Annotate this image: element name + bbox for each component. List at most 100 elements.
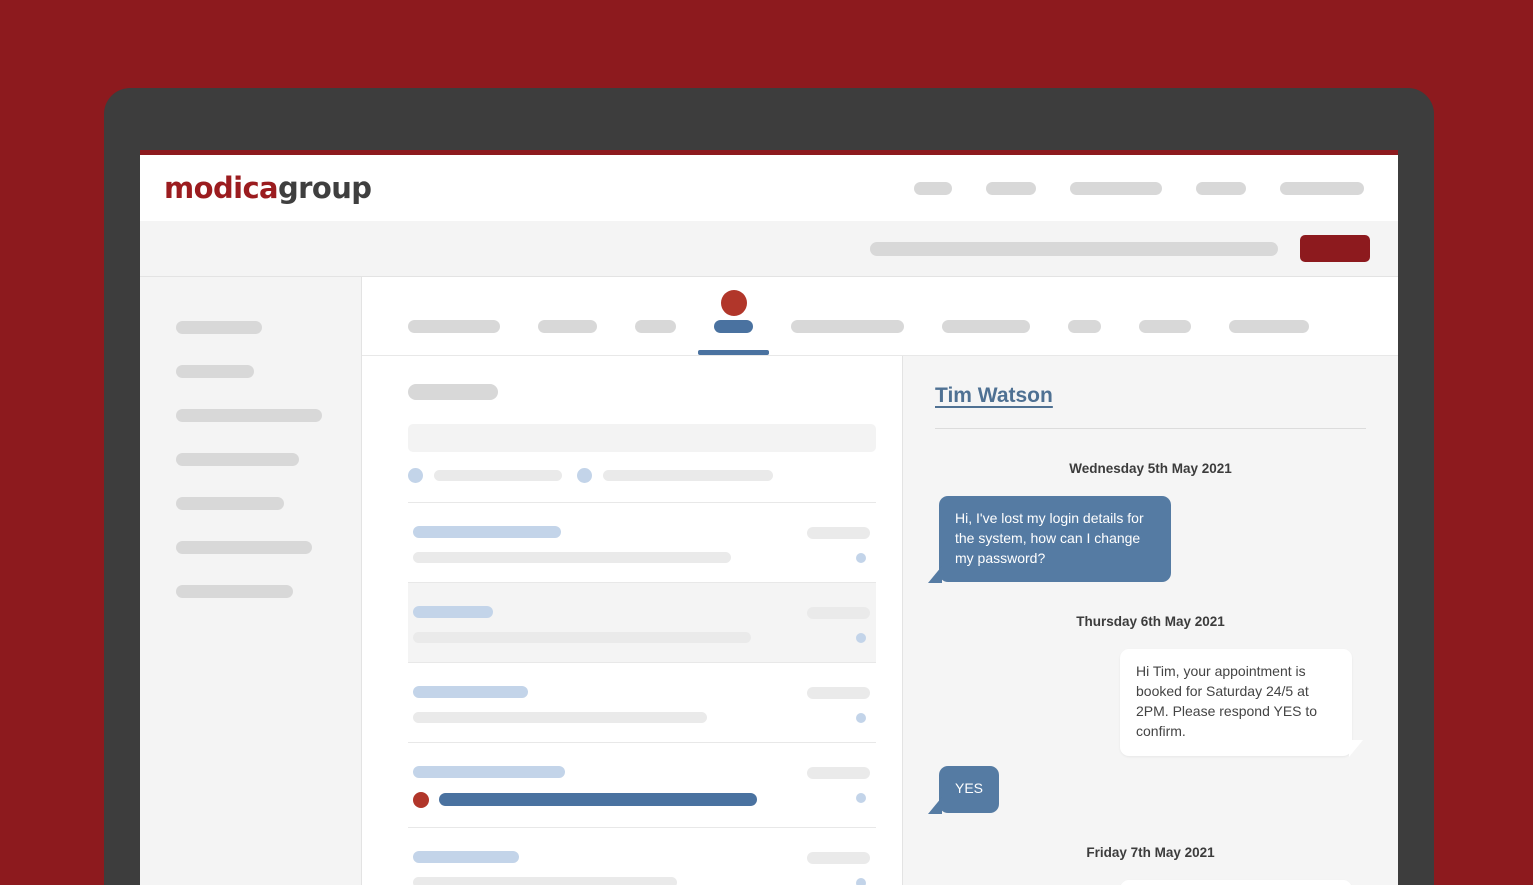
chat-date-separator: Thursday 6th May 2021	[1076, 614, 1225, 630]
tab-bar	[362, 277, 1398, 356]
list-pane: Tim Watson Wednesday 5th May 2021 Hi, I'v…	[362, 355, 1398, 885]
tab-5[interactable]	[791, 319, 904, 355]
conversation-row-timestamp	[807, 851, 870, 864]
chat-contact-name[interactable]: Tim Watson	[935, 384, 1053, 408]
tab-9[interactable]	[1229, 319, 1309, 355]
filter-assigned[interactable]	[577, 467, 773, 483]
conversation-row-timestamp	[807, 526, 870, 539]
device-screen: modicagroup Tim Watson Wednesday 5th May…	[140, 150, 1398, 885]
filter-status-icon	[408, 467, 423, 483]
conversation-unread-icon	[413, 791, 429, 808]
header-nav-item-2[interactable]	[986, 181, 1036, 195]
conversation-rows	[408, 503, 876, 885]
chat-thread: Wednesday 5th May 2021 Hi, I've lost my l…	[928, 460, 1366, 885]
app-body: Tim Watson Wednesday 5th May 2021 Hi, I'v…	[140, 277, 1398, 885]
conversation-row-preview	[439, 793, 757, 807]
chat-pane: Tim Watson Wednesday 5th May 2021 Hi, I'v…	[902, 355, 1398, 885]
conversation-status-icon	[856, 552, 866, 563]
chat-date-separator: Friday 7th May 2021	[1086, 844, 1215, 860]
chat-message-row: YES	[928, 765, 1366, 814]
conversation-row-title	[413, 605, 493, 618]
conversation-list-title	[408, 383, 498, 400]
brand-logo[interactable]: modicagroup	[164, 171, 372, 205]
conversation-row-timestamp	[807, 606, 870, 619]
conversation-row-title	[413, 765, 565, 778]
app-header: modicagroup	[140, 155, 1398, 221]
tab-5-label	[791, 319, 904, 333]
conversation-row-meta	[796, 686, 870, 723]
conversation-status-icon	[856, 792, 866, 803]
sidebar-item-3[interactable]	[176, 409, 322, 422]
tab-8-label	[1139, 319, 1191, 333]
conversation-list	[362, 356, 902, 885]
brand-logo-secondary: group	[278, 171, 372, 205]
chat-date-separator: Wednesday 5th May 2021	[1069, 460, 1232, 476]
chat-bubble-outbound[interactable]: Hi Tim, your appointment is booked for S…	[1120, 649, 1363, 757]
conversation-search-input[interactable]	[408, 423, 876, 452]
conversation-filter-row	[408, 467, 876, 503]
tab-4[interactable]	[698, 289, 769, 355]
chat-bubble-outbound[interactable]: A P1 incident is in progress. Please joi…	[1120, 879, 1352, 885]
header-nav-item-1[interactable]	[914, 181, 952, 195]
conversation-row-preview-line	[413, 551, 796, 563]
chat-bubble-inbound[interactable]: Hi, I've lost my login details for the s…	[928, 495, 1171, 584]
header-nav	[914, 181, 1370, 195]
conversation-row[interactable]	[408, 828, 876, 885]
sidebar-item-7[interactable]	[176, 585, 293, 598]
conversation-row-preview	[413, 711, 707, 723]
conversation-row-content	[413, 850, 796, 885]
conversation-row-content	[413, 525, 796, 563]
sidebar-item-6[interactable]	[176, 541, 312, 554]
chat-message-row: Hi Tim, your appointment is booked for S…	[935, 649, 1366, 757]
conversation-row-title	[413, 685, 528, 698]
filter-status-icon	[577, 467, 592, 483]
conversation-row-content	[413, 685, 796, 723]
tab-1[interactable]	[408, 319, 500, 355]
conversation-row-title	[413, 850, 519, 863]
conversation-row-preview-line	[413, 876, 796, 885]
tab-3[interactable]	[635, 319, 676, 355]
tab-2-label	[538, 319, 597, 333]
conversation-row-preview-line	[413, 711, 796, 723]
conversation-status-icon	[856, 712, 866, 723]
conversation-row-preview	[413, 631, 751, 643]
chat-message-row: Hi, I've lost my login details for the s…	[928, 495, 1366, 584]
tab-7-label	[1068, 319, 1101, 333]
sidebar-item-2[interactable]	[176, 365, 254, 378]
sidebar-item-5[interactable]	[176, 497, 284, 510]
brand-logo-primary: modica	[164, 171, 279, 205]
tab-6[interactable]	[942, 319, 1030, 355]
tab-7[interactable]	[1068, 319, 1101, 355]
device-frame: modicagroup Tim Watson Wednesday 5th May…	[104, 88, 1434, 885]
conversation-row[interactable]	[408, 503, 876, 583]
global-search-input[interactable]	[870, 241, 1278, 256]
conversation-row-preview-line	[413, 791, 796, 808]
conversation-status-icon	[856, 632, 866, 643]
conversation-row-content	[413, 605, 796, 643]
tab-8[interactable]	[1139, 319, 1191, 355]
chat-bubble-inbound[interactable]: YES	[928, 765, 999, 814]
conversation-row-meta	[796, 851, 870, 885]
tab-2[interactable]	[538, 319, 597, 355]
conversation-row[interactable]	[408, 582, 876, 663]
conversation-row-title	[413, 525, 561, 538]
conversation-row-preview	[413, 551, 731, 563]
header-nav-item-5[interactable]	[1280, 181, 1364, 195]
conversation-row-content	[413, 765, 796, 808]
conversation-row-meta	[796, 766, 870, 803]
primary-action-button[interactable]	[1300, 235, 1370, 262]
filter-unread[interactable]	[408, 467, 562, 483]
conversation-row[interactable]	[408, 663, 876, 743]
tab-6-label	[942, 319, 1030, 333]
tab-1-label	[408, 319, 500, 333]
sidebar-item-1[interactable]	[176, 321, 262, 334]
sidebar	[140, 277, 362, 885]
conversation-row[interactable]	[408, 743, 876, 828]
sidebar-item-4[interactable]	[176, 453, 299, 466]
conversation-row-meta	[796, 526, 870, 563]
header-nav-item-4[interactable]	[1196, 181, 1246, 195]
header-nav-item-3[interactable]	[1070, 181, 1162, 195]
conversation-row-meta	[796, 606, 870, 643]
conversation-row-preview	[413, 876, 677, 885]
filter-unread-label	[434, 469, 562, 481]
